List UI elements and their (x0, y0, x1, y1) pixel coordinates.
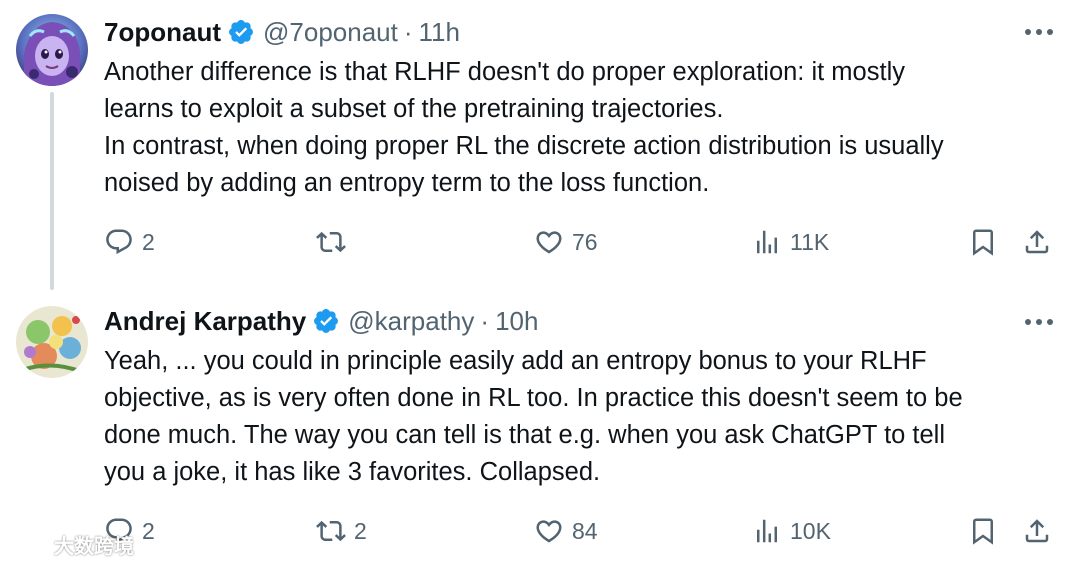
action-bar: 2 2 84 10K (104, 511, 1064, 551)
tweet-text: Another difference is that RLHF doesn't … (104, 54, 1064, 202)
heart-icon (536, 520, 562, 543)
views-button[interactable]: 11K (752, 222, 829, 262)
tweet-header: 7oponaut @7oponaut · 11h (104, 15, 460, 49)
retweet-button[interactable] (316, 222, 354, 262)
tweet-text-line: you a joke, it has like 3 favorites. Col… (104, 458, 601, 486)
reply-count: 2 (142, 228, 155, 255)
views-icon (757, 519, 777, 543)
bookmark-icon (973, 518, 993, 545)
share-icon (1025, 519, 1049, 543)
timestamp[interactable]: 11h (419, 17, 460, 48)
tweet-7oponaut[interactable]: 7oponaut @7oponaut · 11h Another differe… (0, 0, 1080, 290)
share-button[interactable] (1022, 511, 1052, 551)
handle[interactable]: @7oponaut (263, 17, 398, 48)
reply-count: 2 (142, 517, 155, 544)
heart-icon (536, 231, 562, 254)
retweet-count: 2 (354, 517, 367, 544)
watermark-logo-icon (10, 537, 50, 552)
retweet-icon (316, 231, 346, 253)
tweet-text-line: In contrast, when doing proper RL the di… (104, 132, 944, 160)
bookmark-button[interactable] (968, 222, 998, 262)
like-button[interactable]: 76 (534, 222, 598, 262)
tweet-text-line: noised by adding an entropy term to the … (104, 169, 710, 197)
thread-connector-line (50, 92, 54, 290)
reply-button[interactable]: 2 (104, 222, 155, 262)
display-name[interactable]: Andrej Karpathy (104, 306, 306, 337)
tweet-text-line: Yeah, ... you could in principle easily … (104, 347, 927, 375)
tweet-text-line: done much. The way you can tell is that … (104, 421, 946, 449)
verified-badge-icon (314, 309, 339, 333)
retweet-icon (316, 520, 346, 542)
tweet-text-line: learns to exploit a subset of the pretra… (104, 95, 724, 123)
handle[interactable]: @karpathy (348, 306, 474, 337)
reply-icon (106, 229, 132, 255)
timestamp[interactable]: 10h (495, 306, 538, 337)
action-bar: 2 76 11K (104, 222, 1064, 262)
more-icon[interactable] (1022, 22, 1056, 42)
tweet-text: Yeah, ... you could in principle easily … (104, 343, 1064, 491)
views-count: 10K (790, 517, 831, 544)
like-count: 76 (572, 228, 598, 255)
views-count: 11K (790, 228, 830, 255)
avatar-karpathy[interactable] (16, 306, 88, 378)
display-name[interactable]: 7oponaut (104, 17, 221, 48)
share-icon (1025, 230, 1049, 254)
like-button[interactable]: 84 (534, 511, 598, 551)
separator-dot: · (403, 16, 413, 47)
tweet-karpathy[interactable]: Andrej Karpathy @karpathy · 10h Yeah, ..… (0, 290, 1080, 561)
retweet-button[interactable]: 2 (316, 511, 367, 551)
views-button[interactable]: 10K (752, 511, 831, 551)
bookmark-button[interactable] (968, 511, 998, 551)
bookmark-icon (973, 229, 993, 256)
verified-badge-icon (229, 20, 253, 44)
share-button[interactable] (1022, 222, 1052, 262)
separator-dot: · (480, 305, 490, 336)
watermark-text: 大数跨境 (54, 536, 134, 558)
tweet-text-line: Another difference is that RLHF doesn't … (104, 58, 905, 86)
watermark: 大数跨境 (10, 530, 134, 559)
tweet-header: Andrej Karpathy @karpathy · 10h (104, 304, 538, 338)
like-count: 84 (572, 517, 598, 544)
views-icon (757, 230, 777, 254)
tweet-text-line: objective, as is very often done in RL t… (104, 384, 963, 412)
more-icon[interactable] (1022, 312, 1056, 332)
avatar-7oponaut[interactable] (16, 14, 88, 86)
